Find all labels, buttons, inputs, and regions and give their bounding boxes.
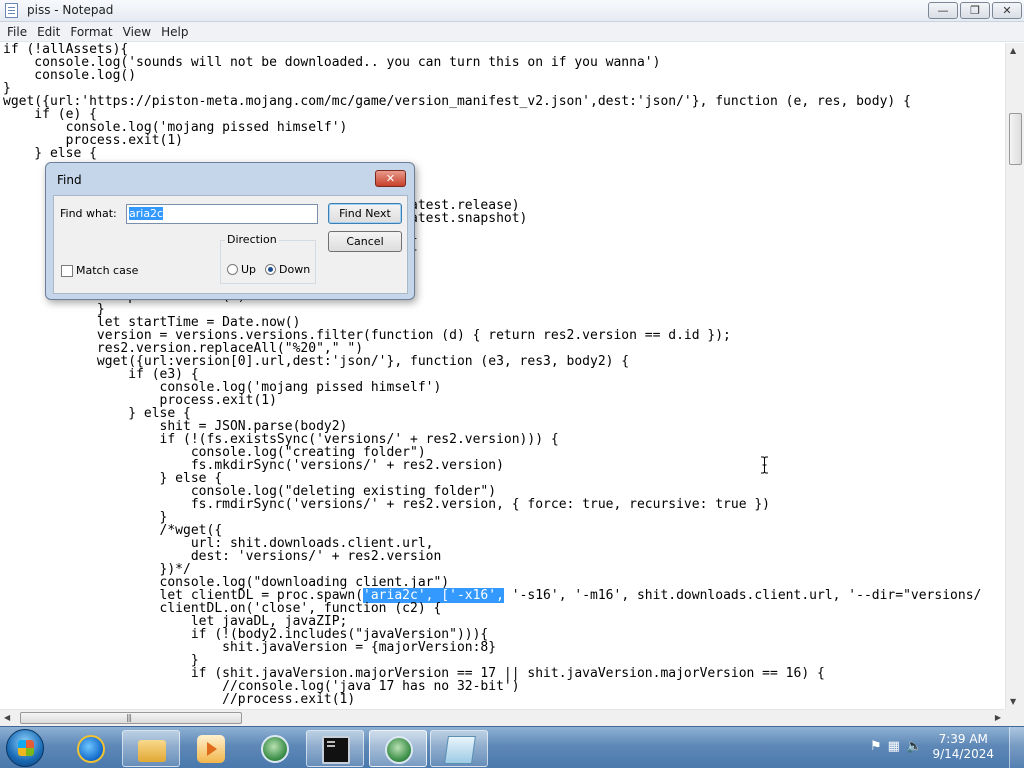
code-line: process.exit(1) xyxy=(3,133,184,148)
folder-icon xyxy=(138,740,166,762)
find-dialog-title: Find xyxy=(57,173,82,187)
text-editor[interactable]: if (!allAssets){ console.log('sounds wil… xyxy=(0,43,1005,709)
direction-group: Direction Up Down xyxy=(220,233,316,284)
horizontal-scroll-thumb[interactable]: ||| xyxy=(20,712,242,724)
code-line: //process.exit(1) xyxy=(3,692,356,707)
grip-icon: ||| xyxy=(126,713,132,722)
direction-up-radio[interactable]: Up xyxy=(227,263,256,276)
find-next-button[interactable]: Find Next xyxy=(328,203,402,224)
tray-icons: ⚑▦🔈 xyxy=(870,739,928,754)
up-label: Up xyxy=(241,263,257,276)
cancel-button[interactable]: Cancel xyxy=(328,231,402,252)
menu-format[interactable]: Format xyxy=(65,25,117,39)
vertical-scroll-thumb[interactable] xyxy=(1009,113,1022,165)
scroll-up-arrow-icon[interactable]: ▲ xyxy=(1010,46,1016,55)
code-line: console.log('sounds will not be download… xyxy=(3,55,661,70)
find-what-value: aria2c xyxy=(129,207,164,220)
clock[interactable]: 7:39 AM 9/14/2024 xyxy=(932,732,994,762)
taskbar-notepad[interactable] xyxy=(430,730,488,767)
taskbar-ie[interactable] xyxy=(62,730,120,767)
code-text: '-s16', '-m16', shit.downloads.client.ur… xyxy=(503,588,982,603)
window-title: piss - Notepad xyxy=(27,3,114,17)
menu-file[interactable]: File xyxy=(2,25,32,39)
match-case-label: Match case xyxy=(76,264,139,277)
down-label: Down xyxy=(279,263,311,276)
code-line: console.log() xyxy=(3,68,137,83)
taskbar: ⚑▦🔈 7:39 AM 9/14/2024 xyxy=(0,726,1024,768)
find-what-input[interactable]: aria2c xyxy=(126,204,318,224)
direction-label: Direction xyxy=(225,233,279,246)
taskbar-browser[interactable] xyxy=(246,730,304,767)
maximize-button[interactable]: ❐ xyxy=(960,2,990,19)
volume-icon[interactable]: 🔈 xyxy=(906,739,928,754)
taskbar-media-player[interactable] xyxy=(182,730,240,767)
scroll-left-arrow-icon[interactable]: ◀ xyxy=(4,713,10,722)
find-dialog[interactable]: Find ✕ Find what: aria2c Find Next Cance… xyxy=(45,162,415,300)
minimize-button[interactable]: — xyxy=(928,2,958,19)
menu-edit[interactable]: Edit xyxy=(32,25,65,39)
show-desktop-button[interactable] xyxy=(1009,727,1024,768)
checkbox-icon xyxy=(61,264,73,277)
start-button[interactable] xyxy=(6,729,44,767)
vertical-scrollbar[interactable]: ▲ ▼ xyxy=(1005,43,1024,709)
find-close-button[interactable]: ✕ xyxy=(375,170,406,187)
menu-bar: File Edit Format View Help xyxy=(0,22,1024,42)
scroll-down-arrow-icon[interactable]: ▼ xyxy=(1010,697,1016,706)
direction-down-radio[interactable]: Down xyxy=(265,263,310,276)
find-what-label: Find what: xyxy=(60,207,117,220)
horizontal-scrollbar[interactable]: ◀ ||| ▶ xyxy=(0,709,1005,726)
code-line: wget({url:'https://piston-meta.mojang.co… xyxy=(3,94,911,109)
globe-icon xyxy=(261,735,289,763)
title-bar[interactable]: piss - Notepad — ❐ ✕ xyxy=(0,0,1024,22)
globe-icon xyxy=(385,736,413,764)
media-player-icon xyxy=(197,735,225,763)
radio-down-selected-icon xyxy=(265,264,276,275)
document-text[interactable]: if (!allAssets){ console.log('sounds wil… xyxy=(0,43,1005,706)
clock-date: 9/14/2024 xyxy=(932,747,994,761)
taskbar-browser-active[interactable] xyxy=(369,730,427,767)
clock-time: 7:39 AM xyxy=(938,732,988,746)
notepad-icon xyxy=(444,736,476,764)
taskbar-cmd[interactable] xyxy=(306,730,364,767)
menu-view[interactable]: View xyxy=(118,25,156,39)
scrollbar-corner xyxy=(1005,709,1024,726)
cmd-icon xyxy=(322,736,350,764)
network-icon[interactable]: ▦ xyxy=(888,739,906,754)
system-tray: ⚑▦🔈 7:39 AM 9/14/2024 xyxy=(864,727,1024,768)
window-controls: — ❐ ✕ xyxy=(928,2,1022,19)
ie-icon xyxy=(77,735,105,763)
ibeam-cursor-icon xyxy=(761,456,768,474)
close-button[interactable]: ✕ xyxy=(992,2,1022,19)
scroll-right-arrow-icon[interactable]: ▶ xyxy=(995,713,1001,722)
taskbar-explorer[interactable] xyxy=(122,730,180,767)
code-line: } else { xyxy=(3,146,97,161)
notepad-app-icon xyxy=(5,3,18,18)
menu-help[interactable]: Help xyxy=(156,25,193,39)
flag-icon[interactable]: ⚑ xyxy=(870,739,888,754)
radio-up-icon xyxy=(227,264,238,275)
find-dialog-body: Find what: aria2c Find Next Cancel Direc… xyxy=(53,195,408,294)
match-case-checkbox[interactable]: Match case xyxy=(61,264,138,277)
